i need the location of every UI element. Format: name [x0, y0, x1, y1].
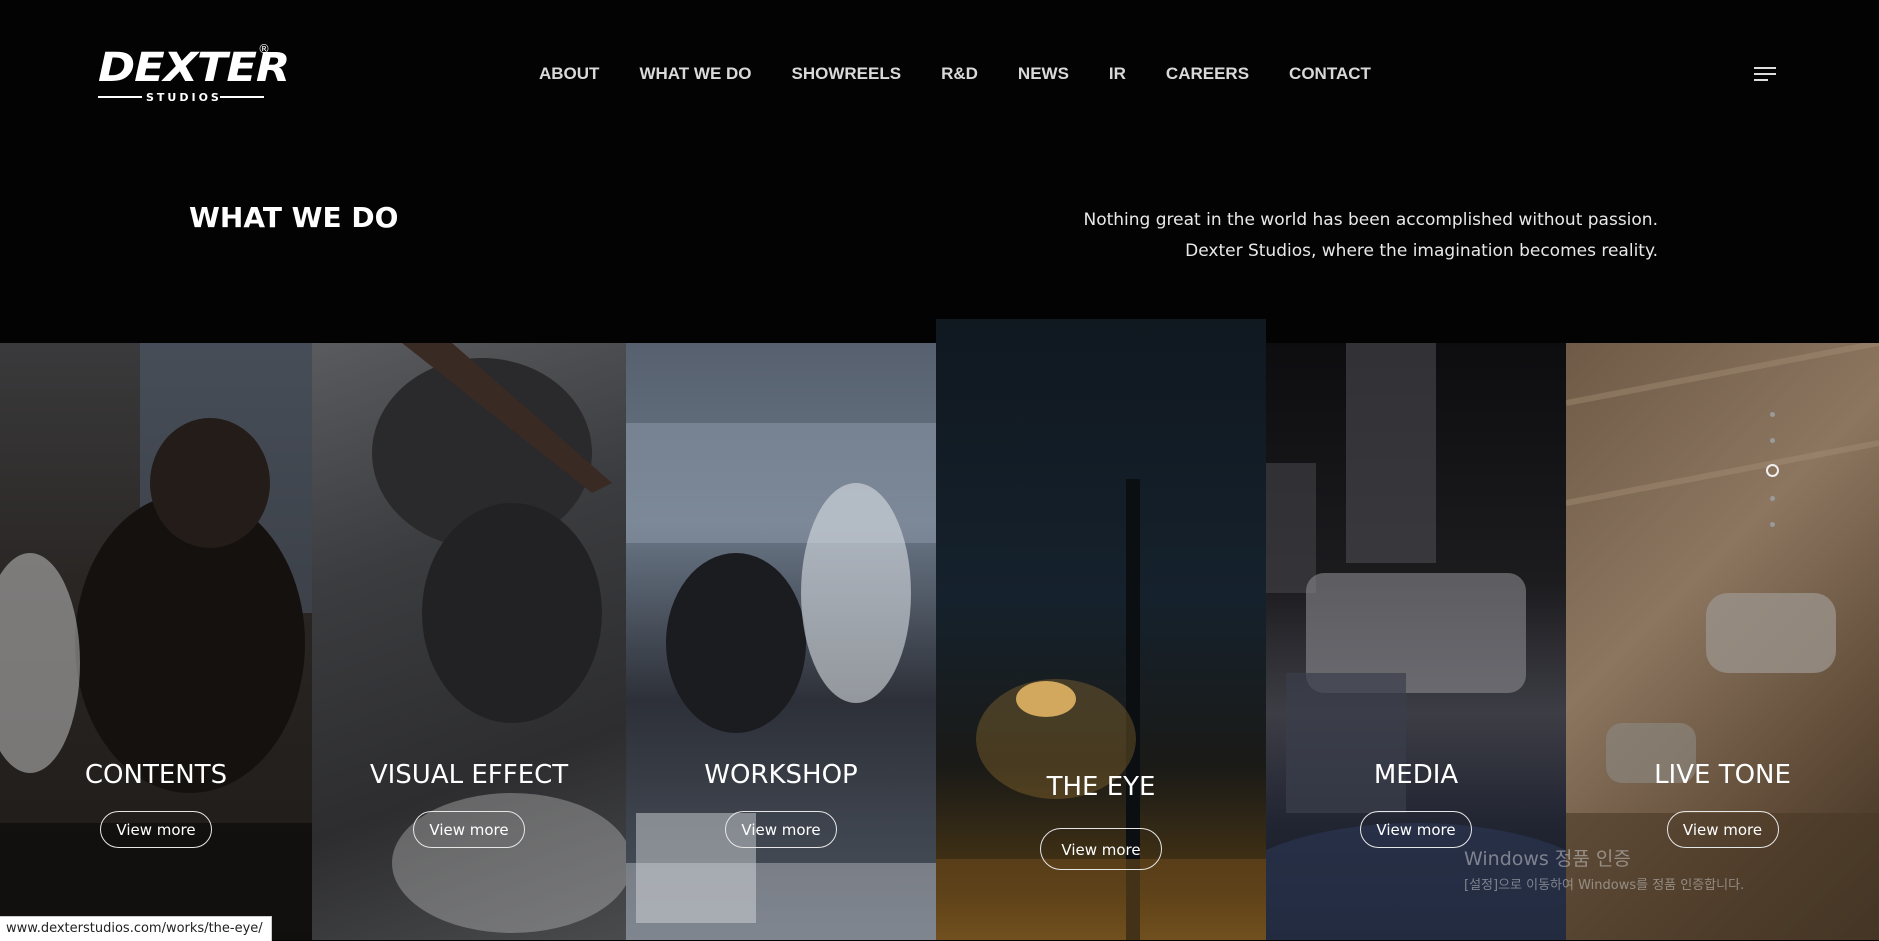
logo-rule-right — [220, 96, 264, 98]
logo-subtext: STUDIOS — [146, 91, 222, 104]
pager-dot[interactable] — [1769, 522, 1775, 527]
view-more-button[interactable]: View more — [1040, 828, 1162, 870]
pager-dot[interactable] — [1769, 496, 1775, 501]
panel-visual-effect[interactable]: VISUAL EFFECT View more — [312, 343, 626, 940]
nav-ir[interactable]: IR — [1109, 64, 1126, 84]
view-more-button[interactable]: View more — [1360, 811, 1472, 848]
watermark-subtitle: [설정]으로 이동하여 Windows를 정품 인증합니다. — [1464, 878, 1745, 893]
panel-workshop[interactable]: WORKSHOP View more — [626, 343, 936, 940]
registered-mark: ® — [258, 42, 270, 56]
tagline: Nothing great in the world has been acco… — [1084, 205, 1659, 267]
site-header: DEXTER ® STUDIOS ABOUT WHAT WE DO SHOWRE… — [0, 0, 1879, 150]
film-crew-image — [626, 423, 936, 940]
tagline-line-1: Nothing great in the world has been acco… — [1083, 210, 1659, 230]
page-title: WHAT WE DO — [189, 201, 399, 234]
gorilla-image — [0, 343, 312, 940]
nav-what-we-do[interactable]: WHAT WE DO — [639, 64, 751, 84]
nav-careers[interactable]: CAREERS — [1166, 64, 1249, 84]
main-nav: ABOUT WHAT WE DO SHOWREELS R&D NEWS IR C… — [539, 64, 1411, 84]
panel-title: CONTENTS — [84, 760, 228, 790]
panel-the-eye[interactable]: THE EYE View more — [936, 319, 1266, 940]
panel-contents[interactable]: CONTENTS View more — [0, 343, 312, 940]
tagline-line-2: Dexter Studios, where the imagination be… — [1185, 241, 1658, 261]
nav-about[interactable]: ABOUT — [539, 64, 599, 84]
view-more-button[interactable]: View more — [1666, 811, 1779, 848]
section-pager — [1765, 412, 1779, 548]
pager-dot-active[interactable] — [1765, 464, 1779, 477]
view-more-button[interactable]: View more — [100, 811, 212, 848]
windows-activation-watermark: Windows 정품 인증 [설정]으로 이동하여 Windows를 정품 인증… — [1464, 844, 1744, 893]
panel-title: MEDIA — [1373, 760, 1459, 790]
link-status-bar: www.dexterstudios.com/works/the-eye/ — [0, 916, 272, 941]
panel-title: WORKSHOP — [704, 760, 858, 790]
nav-contact[interactable]: CONTACT — [1289, 64, 1371, 84]
creature-image — [372, 343, 626, 933]
logo-rule-left — [98, 96, 142, 98]
panel-title: LIVE TONE — [1654, 760, 1791, 790]
panel-title: VISUAL EFFECT — [369, 760, 569, 790]
hamburger-menu-icon[interactable] — [1754, 67, 1776, 83]
nav-showreels[interactable]: SHOWREELS — [792, 64, 902, 84]
pager-dot[interactable] — [1769, 438, 1775, 443]
watermark-title: Windows 정품 인증 — [1464, 848, 1631, 870]
dexter-studios-logo[interactable]: DEXTER ® STUDIOS — [98, 42, 290, 108]
nav-rnd[interactable]: R&D — [941, 64, 978, 84]
nav-news[interactable]: NEWS — [1018, 64, 1069, 84]
view-more-button[interactable]: View more — [725, 811, 837, 848]
panel-title: THE EYE — [1046, 772, 1156, 802]
view-more-button[interactable]: View more — [413, 811, 525, 848]
pager-dot[interactable] — [1769, 412, 1775, 417]
